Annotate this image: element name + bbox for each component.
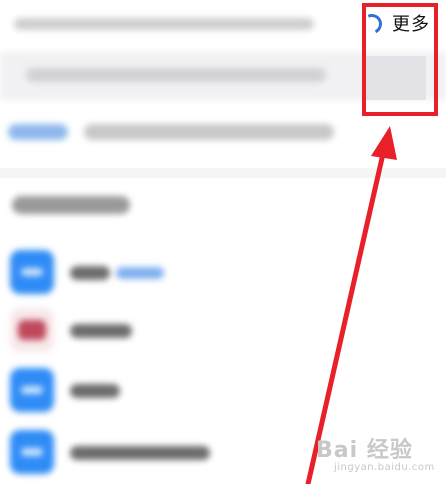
watermark-brand: Bai 经验 bbox=[316, 438, 413, 463]
watermark: Bai 经验 jingyan.baidu.com bbox=[316, 428, 440, 478]
watermark-url: jingyan.baidu.com bbox=[334, 462, 435, 473]
annotation-arrow bbox=[305, 126, 397, 484]
